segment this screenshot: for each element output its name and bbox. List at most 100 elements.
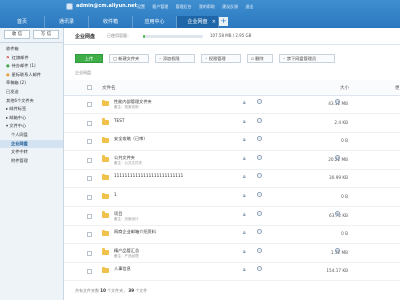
table-row[interactable]: 性能内部管理文件夹 备注：档案说明 🔒︎ ⋯ 43.12 MB ◷ bbox=[64, 96, 400, 114]
sidebar-item[interactable]: ▾ 文件中心 bbox=[0, 122, 63, 131]
table-header: 文件名 大小 更 bbox=[64, 80, 400, 96]
sidebar-item[interactable]: ▸ 邮箱中心 bbox=[0, 114, 63, 123]
more-icon[interactable]: ⋯ bbox=[257, 99, 262, 104]
avatar[interactable] bbox=[66, 3, 73, 10]
account-name[interactable]: admin@cm.aliyun.net bbox=[76, 3, 137, 9]
table-row[interactable]: 安全攻略（已审） 🔒︎ ⋯ 0 B bbox=[64, 133, 400, 152]
more-icon[interactable]: ⋯ bbox=[257, 229, 262, 235]
table-row[interactable]: 项目 备注：页面设计 🔒︎ ⋯ 63.72 KB ◷ bbox=[64, 208, 400, 226]
customer-link[interactable]: 客户管理 bbox=[152, 4, 168, 9]
row-checkbox[interactable] bbox=[87, 250, 92, 256]
history-icon[interactable]: ◷ bbox=[335, 210, 340, 216]
feedback-link[interactable]: 建议反馈 bbox=[222, 4, 238, 9]
lock-icon[interactable]: 🔒︎ bbox=[243, 174, 246, 180]
sidebar-item[interactable]: ▸ 邮件标签 bbox=[0, 105, 63, 114]
lock-icon[interactable]: 🔒︎ bbox=[243, 212, 246, 218]
table-row[interactable]: 公共文件夹 备注：公共文件夹 🔒︎ ⋯ 20.22 MB ◷ bbox=[64, 152, 400, 170]
select-all-checkbox[interactable] bbox=[87, 85, 92, 90]
row-checkbox[interactable] bbox=[87, 102, 92, 107]
history-icon[interactable]: ◷ bbox=[335, 247, 340, 253]
upload-button[interactable]: 上传 bbox=[75, 54, 103, 63]
lock-icon[interactable]: 🔒︎ bbox=[243, 249, 246, 255]
lock-icon[interactable]: 🔒︎ bbox=[243, 137, 246, 143]
status-dot-icon: ● bbox=[6, 63, 10, 69]
row-checkbox[interactable] bbox=[87, 157, 92, 163]
sidebar-item[interactable]: 收件箱 bbox=[0, 45, 63, 54]
lock-icon[interactable]: 🔒︎ bbox=[243, 100, 246, 106]
add-permission-button[interactable]: ◦ 添加权限 bbox=[155, 54, 195, 63]
sidebar-item[interactable]: 已发送 bbox=[0, 88, 63, 97]
permission-manage-button[interactable]: ◦ 权限管理 bbox=[201, 54, 241, 63]
sidebar-item[interactable]: 草稿箱 (2) bbox=[0, 79, 63, 88]
tab-inbox[interactable]: 收件箱 bbox=[89, 16, 133, 28]
tab-app-center[interactable]: 应用中心 bbox=[133, 16, 177, 28]
settings-link[interactable]: 设置 bbox=[137, 4, 145, 9]
file-name[interactable]: 安全攻略（已审） bbox=[114, 136, 148, 142]
admin-link[interactable]: 管理后台 bbox=[176, 4, 192, 9]
sidebar-item[interactable]: 其他6个文件夹 bbox=[0, 97, 63, 106]
row-checkbox[interactable] bbox=[87, 139, 92, 145]
row-checkbox[interactable] bbox=[87, 213, 92, 219]
sidebar-item[interactable]: 个人网盘 bbox=[0, 131, 63, 140]
file-name[interactable]: 1 bbox=[114, 192, 117, 197]
add-tab-button[interactable]: + bbox=[219, 17, 228, 26]
receive-mail-button[interactable]: 收 信 bbox=[4, 30, 30, 39]
tab-home[interactable]: 首页 bbox=[0, 16, 45, 28]
flag-icon: ⚑ bbox=[6, 54, 10, 60]
compose-button[interactable]: 写 信 bbox=[33, 30, 59, 39]
row-checkbox[interactable] bbox=[87, 195, 92, 200]
sidebar-item-label: 红旗邮件 bbox=[11, 54, 29, 60]
table-row[interactable]: 人事信息 🔒︎ ⋯ 154.17 KB bbox=[64, 263, 400, 282]
logout-link[interactable]: 退出 bbox=[245, 4, 253, 9]
table-row[interactable]: 精产品管汇总 备注：产品经理 🔒︎ ⋯ 1.32 MB ◷ bbox=[64, 245, 400, 263]
column-name[interactable]: 文件名 bbox=[102, 85, 116, 91]
sidebar-item[interactable]: 企业网盘 bbox=[0, 139, 63, 149]
row-checkbox[interactable] bbox=[87, 232, 92, 238]
tab-bar: 首页 通讯录 收件箱 应用中心 企业网盘 × bbox=[0, 16, 400, 28]
sidebar-item[interactable]: 文件中转 bbox=[0, 148, 63, 157]
table-row[interactable]: 1 🔒︎ ⋯ 0 B bbox=[64, 189, 400, 207]
history-icon[interactable]: ◷ bbox=[335, 99, 340, 104]
breadcrumb[interactable]: 企业网盘 bbox=[75, 70, 91, 76]
history-icon[interactable]: ◷ bbox=[335, 154, 340, 160]
file-name[interactable]: 网商企业邮箱介绍资料 bbox=[114, 229, 156, 235]
new-folder-button[interactable]: ▢ 新建文件夹 bbox=[109, 54, 149, 63]
table-row[interactable]: 网商企业邮箱介绍资料 🔒︎ ⋯ 0 B bbox=[64, 226, 400, 245]
more-icon[interactable]: ⋯ bbox=[257, 247, 262, 253]
delete-button[interactable]: ▫ 删除 bbox=[247, 54, 273, 63]
table-row[interactable]: 11111111111111111111111111 🔒︎ ⋯ 30.99 KB bbox=[64, 170, 400, 189]
more-icon[interactable]: ⋯ bbox=[257, 117, 262, 123]
lock-icon[interactable]: 🔒︎ bbox=[243, 156, 246, 162]
sidebar-item[interactable]: ● 待办邮件 (1) bbox=[0, 62, 63, 71]
row-checkbox[interactable] bbox=[87, 176, 92, 182]
more-icon[interactable]: ⋯ bbox=[257, 210, 262, 216]
lock-icon[interactable]: 🔒︎ bbox=[243, 193, 246, 199]
more-icon[interactable]: ⋯ bbox=[257, 154, 262, 160]
help-link[interactable]: 我的帮助 bbox=[199, 4, 215, 9]
sidebar-item-label: 收件箱 bbox=[6, 46, 19, 51]
file-name[interactable]: 11111111111111111111111111 bbox=[114, 173, 183, 178]
tab-enterprise-disk[interactable]: 企业网盘 × bbox=[177, 16, 219, 28]
more-icon[interactable]: ⋯ bbox=[257, 136, 262, 142]
row-checkbox[interactable] bbox=[87, 269, 92, 275]
file-name[interactable]: 人事信息 bbox=[114, 266, 131, 272]
disk-admin-button[interactable]: ◦ 禁下网盘管理员 bbox=[279, 54, 335, 63]
column-size[interactable]: 大小 bbox=[340, 85, 349, 91]
table-row[interactable]: TEST 🔒︎ ⋯ 2.4 KB bbox=[64, 115, 400, 133]
lock-icon[interactable]: 🔒︎ bbox=[243, 267, 246, 273]
close-icon[interactable]: × bbox=[212, 16, 216, 28]
more-icon[interactable]: ⋯ bbox=[257, 173, 262, 179]
lock-icon[interactable]: 🔒︎ bbox=[243, 230, 246, 236]
sidebar-item[interactable]: ● 星标联系人邮件 bbox=[0, 71, 63, 80]
sidebar-item[interactable]: ⚑ 红旗邮件 bbox=[0, 54, 63, 63]
more-icon[interactable]: ⋯ bbox=[257, 192, 262, 197]
file-note: 备注：产品经理 bbox=[114, 253, 139, 258]
folder-icon bbox=[102, 173, 109, 181]
file-name[interactable]: TEST bbox=[114, 118, 124, 123]
column-updated[interactable]: 更 bbox=[395, 85, 400, 91]
sidebar-item[interactable]: 附件管理 bbox=[0, 157, 63, 166]
row-checkbox[interactable] bbox=[87, 120, 92, 126]
more-icon[interactable]: ⋯ bbox=[257, 266, 262, 272]
tab-contacts[interactable]: 通讯录 bbox=[45, 16, 89, 28]
lock-icon[interactable]: 🔒︎ bbox=[243, 119, 246, 125]
